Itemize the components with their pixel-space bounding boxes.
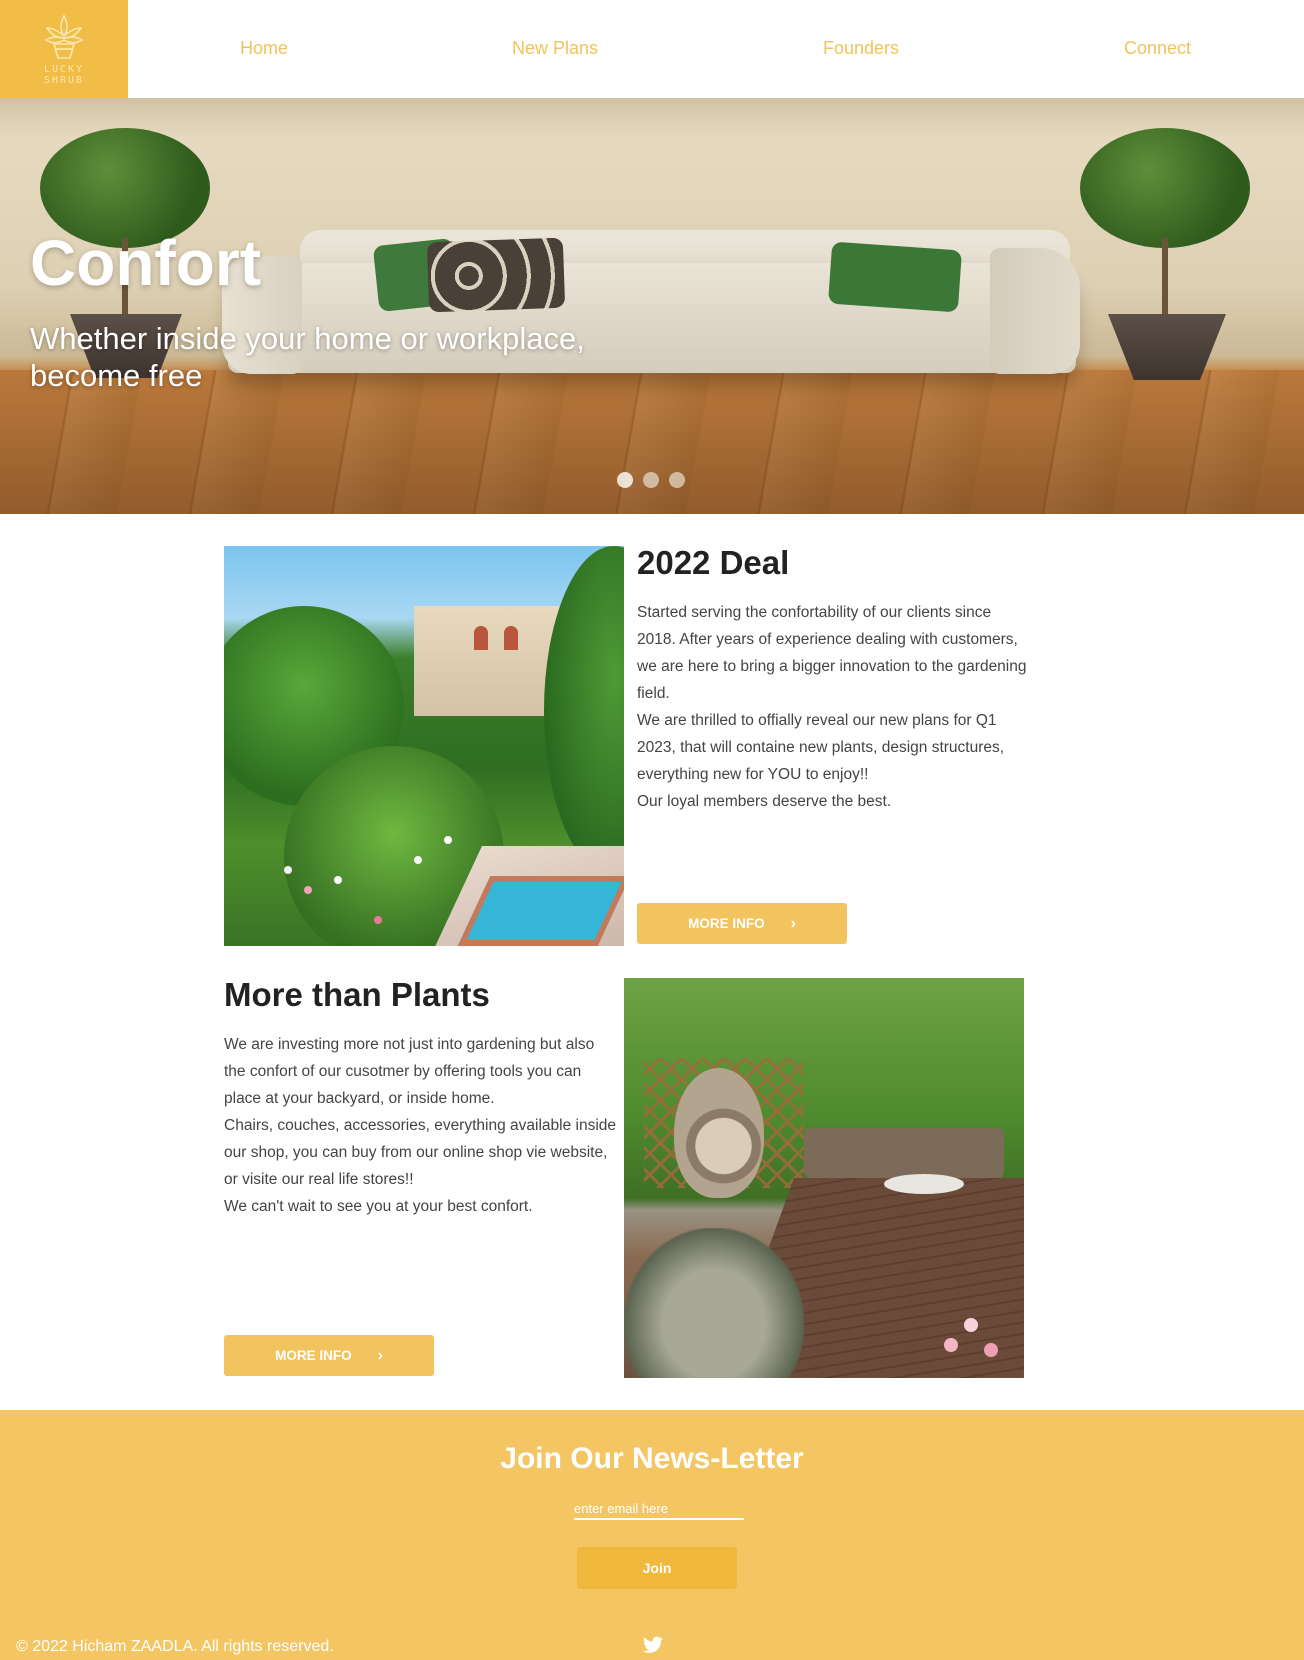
carousel-dot-1[interactable] bbox=[617, 472, 633, 488]
join-button[interactable]: Join bbox=[577, 1547, 737, 1589]
chevron-right-icon: › bbox=[790, 914, 796, 932]
site-header: LUCKY SHRUB Home New Plans Founders Conn… bbox=[0, 0, 1304, 98]
copyright-text: © 2022 Hicham ZAADLA. All rights reserve… bbox=[16, 1638, 334, 1655]
more-info-button-deal[interactable]: MORE INFO › bbox=[637, 903, 847, 944]
logo-line-1: LUCKY bbox=[43, 64, 85, 75]
plant-logo-icon bbox=[44, 14, 84, 59]
hanging-egg-chair bbox=[674, 1068, 764, 1198]
potted-tree-right bbox=[1070, 118, 1270, 398]
carousel-dot-2[interactable] bbox=[643, 472, 659, 488]
chevron-right-icon: › bbox=[377, 1346, 383, 1364]
twitter-icon[interactable] bbox=[643, 1636, 663, 1654]
carousel-dot-3[interactable] bbox=[669, 472, 685, 488]
email-field[interactable] bbox=[574, 1498, 744, 1520]
garden-photo bbox=[224, 546, 624, 946]
hero-carousel: Confort Whether inside your home or work… bbox=[0, 98, 1304, 514]
nav-new-plans[interactable]: New Plans bbox=[512, 38, 598, 59]
patio-photo bbox=[624, 978, 1024, 1378]
section-title-plants: More than Plants bbox=[224, 976, 490, 1013]
nav-connect[interactable]: Connect bbox=[1124, 38, 1191, 59]
logo-line-2: SHRUB bbox=[43, 75, 85, 86]
green-pillow bbox=[827, 241, 963, 313]
logo[interactable]: LUCKY SHRUB bbox=[0, 0, 128, 98]
patterned-pillow bbox=[426, 237, 566, 313]
nav-home[interactable]: Home bbox=[240, 38, 288, 59]
hero-subtitle: Whether inside your home or workplace, b… bbox=[30, 321, 585, 393]
newsletter-title: Join Our News-Letter bbox=[500, 1442, 804, 1475]
hero-title: Confort bbox=[30, 227, 262, 299]
carousel-dots bbox=[617, 472, 685, 488]
nav-founders[interactable]: Founders bbox=[823, 38, 899, 59]
newsletter-footer: Join Our News-Letter Join © 2022 Hicham … bbox=[0, 1410, 1304, 1660]
section-title-deal: 2022 Deal bbox=[637, 544, 790, 581]
more-info-button-plants[interactable]: MORE INFO › bbox=[224, 1335, 434, 1376]
section-text-plants: We are investing more not just into gard… bbox=[224, 1036, 617, 1215]
section-text-deal: Started serving the confortability of ou… bbox=[637, 604, 1027, 810]
